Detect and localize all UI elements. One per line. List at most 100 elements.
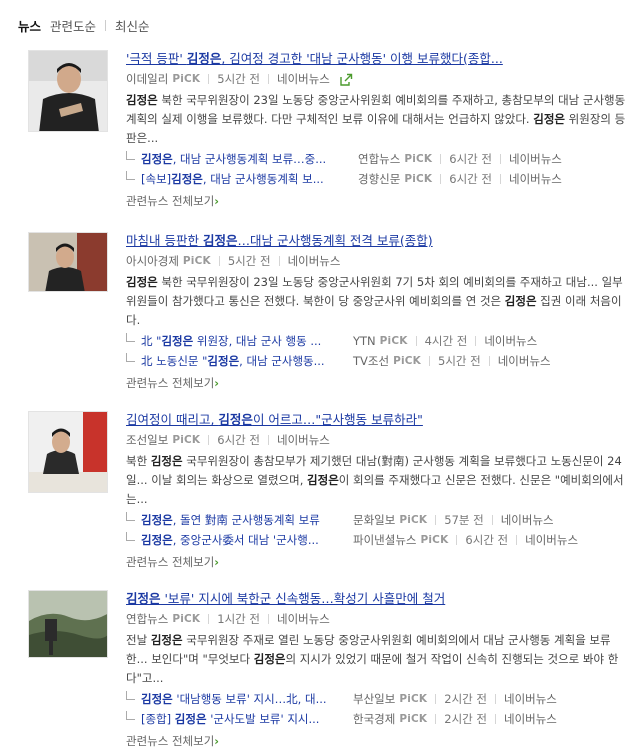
related-time: 6시간 전 bbox=[449, 151, 492, 166]
article-summary: 북한 김정은 국무위원장이 총참모부가 제기했던 대남(對南) 군사행동 계획을… bbox=[126, 454, 624, 506]
related-press[interactable]: YTN bbox=[353, 334, 376, 348]
related-press[interactable]: 문화일보 bbox=[353, 512, 395, 528]
naver-news-link[interactable]: 네이버뉴스 bbox=[525, 532, 578, 548]
meta-divider bbox=[488, 355, 490, 366]
meta-divider bbox=[494, 713, 496, 724]
pick-badge: PiCK bbox=[399, 513, 428, 526]
meta-divider bbox=[267, 74, 269, 84]
article-headline[interactable]: '극적 등판' 김정은, 김여정 경고한 '대남 군사행동' 이행 보류했다(종… bbox=[126, 50, 626, 68]
article-time: 5시간 전 bbox=[217, 72, 260, 86]
related-news-all-link[interactable]: 관련뉴스 전체보기› bbox=[126, 192, 626, 210]
thumbnail-image[interactable] bbox=[28, 590, 108, 658]
article-time: 5시간 전 bbox=[227, 254, 271, 268]
press-name[interactable]: 이데일리 bbox=[126, 71, 168, 87]
meta-divider bbox=[208, 614, 210, 624]
naver-news-link[interactable]: 네이버뉴스 bbox=[509, 151, 562, 167]
tree-connector-icon bbox=[126, 333, 135, 342]
meta-divider bbox=[456, 534, 458, 545]
related-headline[interactable]: 김정은 '대남행동 보류' 지시…北, 대... bbox=[141, 691, 341, 707]
meta-divider bbox=[208, 435, 210, 445]
related-news-all-link[interactable]: 관련뉴스 전체보기› bbox=[126, 732, 626, 750]
related-article: 김정은, 대남 군사행동계획 보류…중... 연합뉴스 PiCK 6시간 전 네… bbox=[126, 149, 626, 168]
sort-tabs: 뉴스 관련도순 최신순 bbox=[18, 15, 150, 35]
related-headline[interactable]: 北 노동신문 "김정은, 대남 군사행동... bbox=[141, 353, 341, 369]
naver-news-link[interactable]: 네이버뉴스 bbox=[498, 353, 551, 369]
related-article: 北 "김정은 위원장, 대남 군사 행동 ... YTN PiCK 4시간 전 … bbox=[126, 331, 626, 350]
meta-divider bbox=[267, 614, 269, 624]
tree-connector-icon bbox=[126, 171, 135, 180]
press-name[interactable]: 조선일보 bbox=[126, 432, 168, 448]
article-meta: 이데일리 PiCK 5시간 전 네이버뉴스 bbox=[126, 70, 626, 88]
article-meta: 조선일보 PiCK 6시간 전 네이버뉴스 bbox=[126, 431, 626, 449]
article-headline[interactable]: 김정은 '보류' 지시에 북한군 신속행동…확성기 사흘만에 철거 bbox=[126, 590, 626, 608]
thumbnail-image[interactable] bbox=[28, 411, 108, 493]
related-headline[interactable]: [속보]김정은, 대남 군사행동계획 보... bbox=[141, 171, 346, 187]
related-article: [종합] 김정은 '군사도발 보류' 지시... 한국경제 PiCK 2시간 전… bbox=[126, 709, 626, 728]
related-press[interactable]: 한국경제 bbox=[353, 711, 395, 727]
related-press[interactable]: TV조선 bbox=[353, 353, 389, 369]
thumbnail-image[interactable] bbox=[28, 50, 108, 132]
pick-badge: PiCK bbox=[404, 172, 433, 185]
pick-badge: PiCK bbox=[379, 334, 408, 347]
pick-badge: PiCK bbox=[172, 434, 201, 446]
related-article: 北 노동신문 "김정은, 대남 군사행동... TV조선 PiCK 5시간 전 … bbox=[126, 351, 626, 370]
related-time: 2시간 전 bbox=[444, 711, 487, 726]
related-news-all-link[interactable]: 관련뉴스 전체보기› bbox=[126, 374, 626, 392]
article-headline[interactable]: 김여정이 때리고, 김정은이 어르고…"군사행동 보류하라" bbox=[126, 411, 626, 429]
related-press[interactable]: 연합뉴스 bbox=[358, 151, 400, 167]
pick-badge: PiCK bbox=[399, 692, 428, 705]
article-summary: 김정은 북한 국무위원장이 23일 노동당 중앙군사위원회 예비회의를 주재하고… bbox=[126, 93, 626, 145]
meta-divider bbox=[440, 153, 442, 164]
tree-connector-icon bbox=[126, 691, 135, 700]
related-news-all-link[interactable]: 관련뉴스 전체보기› bbox=[126, 553, 626, 571]
related-article: 김정은 '대남행동 보류' 지시…北, 대... 부산일보 PiCK 2시간 전… bbox=[126, 689, 626, 708]
meta-divider bbox=[516, 534, 518, 545]
naver-news-link[interactable]: 네이버뉴스 bbox=[277, 71, 330, 87]
tab-relevance[interactable]: 관련도순 bbox=[50, 16, 96, 35]
naver-news-link[interactable]: 네이버뉴스 bbox=[484, 333, 537, 349]
pick-badge: PiCK bbox=[172, 73, 201, 85]
chevron-right-icon: › bbox=[214, 555, 220, 569]
related-headline[interactable]: 北 "김정은 위원장, 대남 군사 행동 ... bbox=[141, 333, 341, 349]
tree-connector-icon bbox=[126, 512, 135, 521]
related-article: 김정은, 중앙군사委서 대남 '군사행... 파이낸셜뉴스 PiCK 6시간 전… bbox=[126, 530, 626, 549]
naver-news-link[interactable]: 네이버뉴스 bbox=[504, 711, 557, 727]
press-name[interactable]: 연합뉴스 bbox=[126, 611, 168, 627]
tree-connector-icon bbox=[126, 151, 135, 160]
article-headline[interactable]: 마침내 등판한 김정은…대남 군사행동계획 전격 보류(종합) bbox=[126, 232, 626, 250]
naver-news-link[interactable]: 네이버뉴스 bbox=[504, 691, 557, 707]
related-time: 57분 전 bbox=[444, 512, 484, 527]
related-time: 6시간 전 bbox=[465, 532, 509, 547]
related-headline[interactable]: 김정은, 대남 군사행동계획 보류…중... bbox=[141, 151, 346, 167]
chevron-right-icon: › bbox=[214, 194, 220, 208]
chevron-right-icon: › bbox=[214, 734, 220, 748]
meta-divider bbox=[499, 173, 501, 184]
thumbnail-image[interactable] bbox=[28, 232, 108, 292]
naver-news-link[interactable]: 네이버뉴스 bbox=[509, 171, 562, 187]
meta-divider bbox=[435, 514, 437, 525]
meta-divider bbox=[435, 693, 437, 704]
related-press[interactable]: 경향신문 bbox=[358, 171, 400, 187]
tree-connector-icon bbox=[126, 711, 135, 720]
pick-badge: PiCK bbox=[182, 255, 211, 267]
related-press[interactable]: 부산일보 bbox=[353, 691, 395, 707]
related-press[interactable]: 파이낸셜뉴스 bbox=[353, 532, 416, 548]
meta-divider bbox=[415, 335, 417, 346]
meta-divider bbox=[278, 256, 280, 266]
naver-news-link[interactable]: 네이버뉴스 bbox=[277, 432, 330, 448]
tab-news[interactable]: 뉴스 bbox=[18, 16, 41, 35]
related-headline[interactable]: 김정은, 돌연 對南 군사행동계획 보류 bbox=[141, 512, 341, 528]
tab-latest[interactable]: 최신순 bbox=[115, 16, 150, 35]
meta-divider bbox=[491, 514, 493, 525]
related-headline[interactable]: 김정은, 중앙군사委서 대남 '군사행... bbox=[141, 532, 341, 548]
naver-news-link[interactable]: 네이버뉴스 bbox=[277, 611, 330, 627]
related-headline[interactable]: [종합] 김정은 '군사도발 보류' 지시... bbox=[141, 711, 341, 727]
share-icon[interactable] bbox=[340, 73, 353, 86]
pick-badge: PiCK bbox=[404, 152, 433, 165]
naver-news-link[interactable]: 네이버뉴스 bbox=[501, 512, 554, 528]
related-article: 김정은, 돌연 對南 군사행동계획 보류 문화일보 PiCK 57분 전 네이버… bbox=[126, 510, 626, 529]
naver-news-link[interactable]: 네이버뉴스 bbox=[288, 253, 341, 269]
pick-badge: PiCK bbox=[393, 354, 421, 367]
meta-divider bbox=[208, 74, 210, 84]
press-name[interactable]: 아시아경제 bbox=[126, 253, 179, 269]
